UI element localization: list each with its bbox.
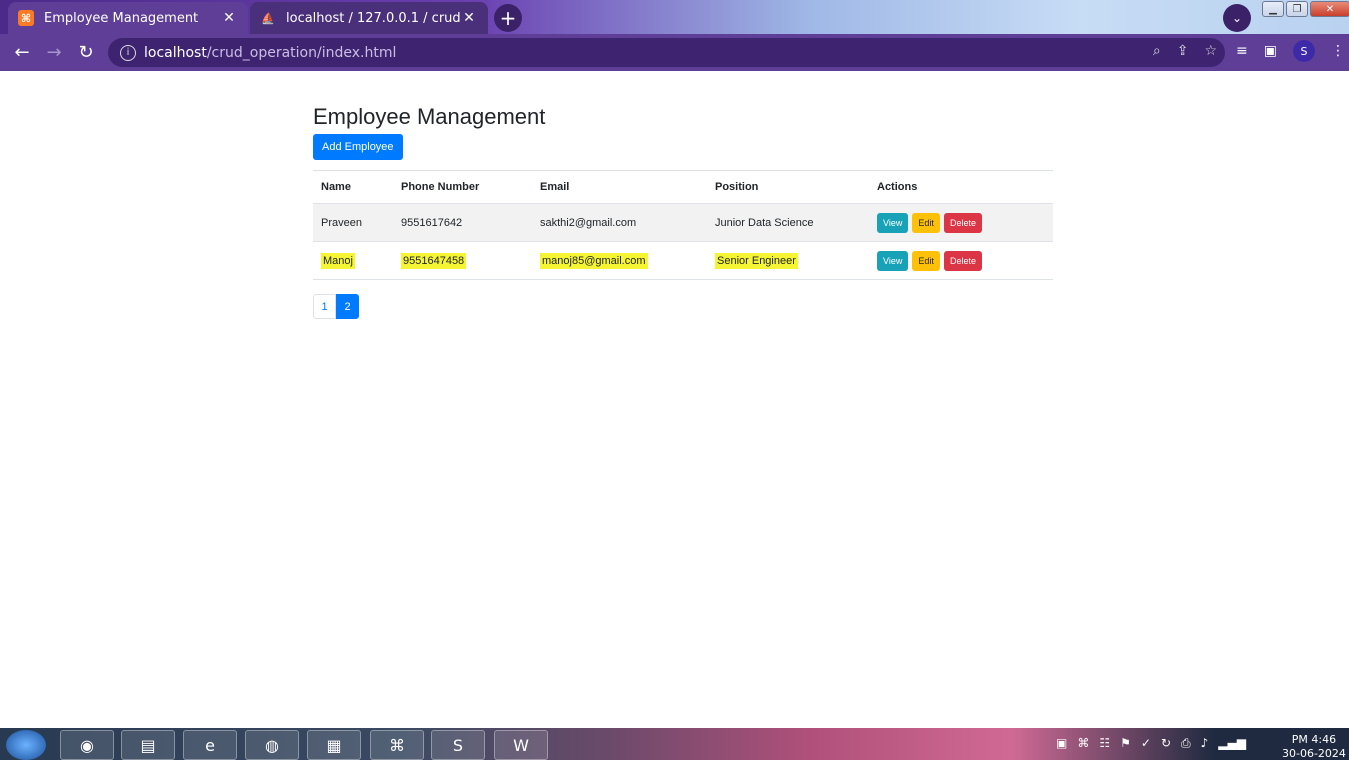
zoom-icon[interactable]: ⌕ xyxy=(1153,43,1161,59)
tab-phpmyadmin[interactable]: ⛵ localhost / 127.0.0.1 / crud_app / ✕ xyxy=(250,2,488,34)
pagination: 1 2 xyxy=(313,294,1053,319)
system-tray: ▣ ⌘ ☷ ⚑ ✓ ↻ ⎙ ♪ ▂▄▆ xyxy=(1056,736,1246,751)
reload-icon[interactable]: ↻ xyxy=(70,37,102,69)
cell-actions: View Edit Delete xyxy=(869,242,1053,280)
menu-icon[interactable]: ⋮ xyxy=(1331,43,1345,59)
delete-button[interactable]: Delete xyxy=(944,251,982,271)
close-icon[interactable]: ✕ xyxy=(460,10,478,26)
edit-button[interactable]: Edit xyxy=(912,251,940,271)
internet-explorer-icon[interactable]: e xyxy=(183,730,237,760)
view-button[interactable]: View xyxy=(877,251,908,271)
tab-title: localhost / 127.0.0.1 / crud_app / xyxy=(286,11,460,26)
word-icon[interactable]: W xyxy=(494,730,548,760)
chrome-icon[interactable]: ◉ xyxy=(60,730,114,760)
cell-name: Manoj xyxy=(313,242,393,280)
tab-title: Employee Management xyxy=(44,11,220,26)
highlighted-text: Senior Engineer xyxy=(715,253,798,269)
tab-search-button[interactable]: ⌄ xyxy=(1223,4,1251,32)
side-panel-icon[interactable]: ▣ xyxy=(1264,43,1277,59)
share-icon[interactable]: ⇪ xyxy=(1177,43,1189,59)
column-header-actions: Actions xyxy=(869,171,1053,204)
cell-position: Junior Data Science xyxy=(707,204,869,242)
taskbar-clock[interactable]: PM 4:46 30-06-2024 xyxy=(1282,733,1346,761)
highlighted-text: manoj85@gmail.com xyxy=(540,253,648,269)
printer-icon[interactable]: ⎙ xyxy=(1181,736,1191,751)
page-link-2[interactable]: 2 xyxy=(336,294,359,319)
column-header-position: Position xyxy=(707,171,869,204)
main-content: Employee Management Add Employee Name Ph… xyxy=(313,71,1053,319)
column-header-phone: Phone Number xyxy=(393,171,532,204)
cell-name: Praveen xyxy=(313,204,393,242)
browser-toolbar: ← → ↻ i localhost/crud_operation/index.h… xyxy=(0,34,1349,71)
reading-list-icon[interactable]: ≡ xyxy=(1236,43,1248,59)
cell-phone: 9551647458 xyxy=(393,242,532,280)
forward-icon[interactable]: → xyxy=(38,37,70,69)
table-header-row: Name Phone Number Email Position Actions xyxy=(313,171,1053,204)
toolbar-right-icons: ≡ ▣ S ⋮ xyxy=(1236,40,1345,62)
highlighted-text: 9551647458 xyxy=(401,253,466,269)
address-path: /crud_operation/index.html xyxy=(207,45,397,61)
windows-taskbar: ◉ ▤ e ◍ ▦ ⌘ S W ▣ ⌘ ☷ ⚑ ✓ ↻ ⎙ ♪ ▂▄▆ PM 4… xyxy=(0,728,1349,760)
delete-button[interactable]: Delete xyxy=(944,213,982,233)
bookmark-star-icon[interactable]: ☆ xyxy=(1204,43,1217,59)
sublime-text-icon[interactable]: S xyxy=(431,730,485,760)
avatar[interactable]: S xyxy=(1293,40,1315,62)
xampp-icon: ⌘ xyxy=(18,10,34,26)
phpmyadmin-icon: ⛵ xyxy=(260,10,276,26)
cell-position: Senior Engineer xyxy=(707,242,869,280)
page-link-1[interactable]: 1 xyxy=(313,294,336,319)
column-header-name: Name xyxy=(313,171,393,204)
window-controls: ▁ ❐ ✕ xyxy=(1262,1,1349,17)
table-row: Praveen 9551617642 sakthi2@gmail.com Jun… xyxy=(313,204,1053,242)
view-button[interactable]: View xyxy=(877,213,908,233)
security-icon[interactable]: ✓ xyxy=(1141,736,1151,751)
cell-email: sakthi2@gmail.com xyxy=(532,204,707,242)
column-header-email: Email xyxy=(532,171,707,204)
tab-employee-management[interactable]: ⌘ Employee Management ✕ xyxy=(8,2,248,34)
browser-tab-bar: ⌘ Employee Management ✕ ⛵ localhost / 12… xyxy=(0,0,1349,34)
window-close-button[interactable]: ✕ xyxy=(1310,1,1349,17)
cell-actions: View Edit Delete xyxy=(869,204,1053,242)
back-icon[interactable]: ← xyxy=(6,37,38,69)
xampp-tray-icon[interactable]: ⌘ xyxy=(1077,736,1089,751)
flag-icon[interactable]: ⚑ xyxy=(1120,736,1131,751)
site-info-icon[interactable]: i xyxy=(120,45,136,61)
sync-icon[interactable]: ↻ xyxy=(1161,736,1171,751)
volume-icon[interactable]: ♪ xyxy=(1201,736,1209,751)
maximize-button[interactable]: ❐ xyxy=(1286,1,1308,17)
signal-icon[interactable]: ▂▄▆ xyxy=(1218,736,1246,751)
edit-button[interactable]: Edit xyxy=(912,213,940,233)
add-employee-button[interactable]: Add Employee xyxy=(313,134,403,160)
start-button[interactable] xyxy=(6,730,46,760)
table-row: Manoj 9551647458 manoj85@gmail.com Senio… xyxy=(313,242,1053,280)
new-tab-button[interactable]: + xyxy=(494,4,522,32)
close-icon[interactable]: ✕ xyxy=(220,10,238,26)
cell-email: manoj85@gmail.com xyxy=(532,242,707,280)
file-explorer-icon[interactable]: ▤ xyxy=(121,730,175,760)
highlighted-text: Manoj xyxy=(321,253,355,269)
minimize-button[interactable]: ▁ xyxy=(1262,1,1284,17)
xampp-taskbar-icon[interactable]: ⌘ xyxy=(370,730,424,760)
tray-app-icon[interactable]: ▣ xyxy=(1056,736,1067,751)
cell-phone: 9551617642 xyxy=(393,204,532,242)
page-title: Employee Management xyxy=(313,104,1053,130)
clock-time: PM 4:46 xyxy=(1282,733,1346,747)
address-bar[interactable]: i localhost/crud_operation/index.html ⌕ … xyxy=(108,38,1225,67)
network-tray-icon[interactable]: ☷ xyxy=(1099,736,1110,751)
control-panel-icon[interactable]: ▦ xyxy=(307,730,361,760)
employee-table: Name Phone Number Email Position Actions… xyxy=(313,170,1053,280)
firefox-icon[interactable]: ◍ xyxy=(245,730,299,760)
clock-date: 30-06-2024 xyxy=(1282,747,1346,761)
address-host: localhost xyxy=(144,45,207,61)
